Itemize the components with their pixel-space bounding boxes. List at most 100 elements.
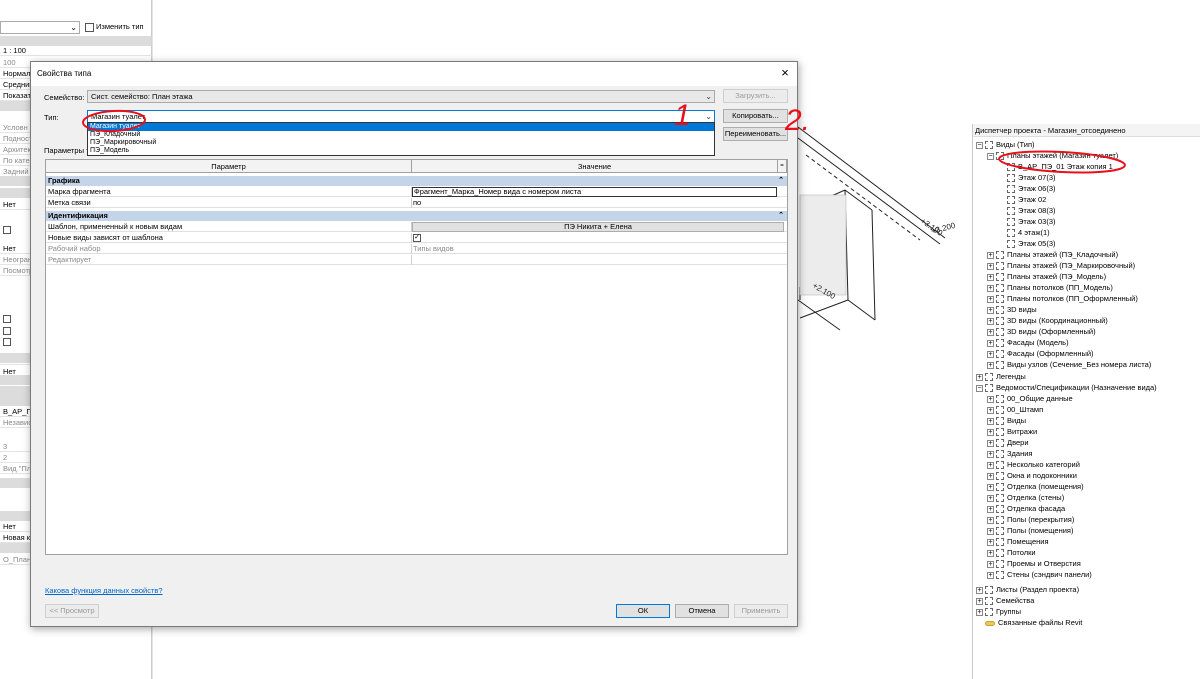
parameter-row[interactable]: Новые виды зависят от шаблона ✓ [46,233,787,243]
tree-item[interactable]: +3D виды (Оформленный) [987,326,1096,337]
expand-icon[interactable]: + [987,306,994,314]
collapse-icon[interactable]: − [976,384,983,392]
tree-item[interactable]: + Планы этажей (ПЭ_Кладочный) [987,249,1118,260]
tree-item[interactable]: + Фасады (Оформленный) [987,348,1094,359]
expand-icon[interactable]: + [976,586,983,594]
parameter-group-header[interactable]: Идентификация ⌃ [46,211,787,221]
expand-icon[interactable]: + [987,560,994,568]
expand-icon[interactable]: + [987,439,994,447]
parameter-row[interactable]: Рабочий набор Типы видов [46,244,787,254]
family-dropdown[interactable]: Сист. семейство: План этажа ⌄ [87,90,715,103]
expand-icon[interactable]: + [987,350,994,358]
tree-item[interactable]: + Здания [987,448,1032,459]
collapse-icon[interactable]: − [976,141,983,149]
parameter-value[interactable]: ПЭ Никита + Елена [412,222,784,232]
tree-item[interactable]: − Виды (Тип) [976,139,1035,150]
tree-item[interactable]: 4 этаж(1) [998,227,1050,238]
expand-icon[interactable]: + [987,571,994,579]
tree-item[interactable]: +3D виды (Координационный) [987,315,1108,326]
tree-item[interactable]: + Помещения [987,536,1049,547]
tree-item[interactable]: Этаж 05(3) [998,238,1056,249]
expand-icon[interactable]: + [987,295,994,303]
type-option[interactable]: ПЭ_Кладочный [88,131,714,139]
tree-item[interactable]: В_АР_ПЭ_01 Этаж копия 1 [998,161,1113,172]
tree-item[interactable]: − Ведомости/Спецификации (Назначение вида… [976,382,1157,393]
expand-icon[interactable]: + [987,273,994,281]
expand-icon[interactable]: + [987,251,994,259]
tree-item[interactable]: − Планы этажей (Магазин туалет) [987,150,1118,161]
tree-item[interactable]: + Планы этажей (ПЭ_Модель) [987,271,1106,282]
preview-button[interactable]: << Просмотр [45,604,99,618]
tree-item[interactable]: + Семейства [976,595,1034,606]
column-menu-button[interactable]: = [778,160,787,173]
expand-icon[interactable]: + [987,505,994,513]
expand-icon[interactable]: + [976,373,983,381]
expand-icon[interactable]: + [987,262,994,270]
cancel-button[interactable]: Отмена [675,604,729,618]
tree-item[interactable]: Этаж 03(3) [998,216,1056,227]
type-option[interactable]: ПЭ_Модель [88,147,714,155]
type-dropdown-list[interactable]: Магазин туалет ПЭ_Кладочный ПЭ_Маркировочн… [87,122,715,156]
expand-icon[interactable]: + [987,549,994,557]
parameter-value[interactable]: Типы видов [413,244,454,254]
tree-item[interactable]: + Листы (Раздел проекта) [976,584,1079,595]
tree-item[interactable]: Этаж 08(3) [998,205,1056,216]
expand-icon[interactable]: + [987,450,994,458]
tree-item[interactable]: + Отделка (помещения) [987,481,1084,492]
expand-icon[interactable]: + [987,339,994,347]
tree-item[interactable]: Связанные файлы Revit [976,617,1082,628]
help-link[interactable]: Какова функция данных свойств? [45,586,163,595]
parameter-group-header[interactable]: Графика ⌃ [46,176,787,186]
expand-icon[interactable]: + [976,608,983,616]
tree-item[interactable]: + Отделка (стены) [987,492,1064,503]
expand-icon[interactable]: + [987,483,994,491]
collapse-icon[interactable]: − [987,152,994,160]
tree-item[interactable]: Этаж 06(3) [998,183,1056,194]
tree-item[interactable]: Этаж 07(3) [998,172,1056,183]
expand-icon[interactable]: + [987,284,994,292]
tree-item[interactable]: + Стены (сэндвич панели) [987,569,1092,580]
tree-item[interactable]: + Группы [976,606,1021,617]
parameter-row[interactable]: Марка фрагмента Фрагмент_Марка_Номер вида… [46,187,787,197]
tree-item[interactable]: Этаж 02 [998,194,1046,205]
tree-item[interactable]: + Проемы и Отверстия [987,558,1081,569]
tree-item[interactable]: + Потолки [987,547,1036,558]
tree-item[interactable]: + Двери [987,437,1029,448]
expand-icon[interactable]: + [987,538,994,546]
expand-icon[interactable]: + [987,527,994,535]
tree-item[interactable]: + Полы (помещения) [987,525,1073,536]
expand-icon[interactable]: + [987,417,994,425]
parameter-value[interactable]: по [413,198,421,208]
expand-icon[interactable]: + [987,361,994,369]
parameter-value[interactable]: ✓ [413,234,421,242]
type-option[interactable]: ПЭ_Маркировочный [88,139,714,147]
tree-item[interactable]: + Планы этажей (ПЭ_Маркировочный) [987,260,1135,271]
expand-icon[interactable]: + [976,597,983,605]
tree-item[interactable]: + Полы (перекрытия) [987,514,1074,525]
rename-button[interactable]: Переименовать... [723,127,788,141]
tree-item[interactable]: + Легенды [976,371,1026,382]
expand-icon[interactable]: + [987,406,994,414]
tree-item[interactable]: + Виды узлов (Сечение_Без номера листа) [987,359,1151,370]
expand-icon[interactable]: + [987,461,994,469]
ok-button[interactable]: ОК [616,604,670,618]
tree-item[interactable]: + Несколько категорий [987,459,1080,470]
expand-icon[interactable]: + [987,472,994,480]
tree-item[interactable]: + Фасады (Модель) [987,337,1069,348]
parameter-row[interactable]: Метка связи по [46,198,787,208]
parameter-row[interactable]: Шаблон, примененный к новым видам ПЭ Ники… [46,222,787,232]
tree-item[interactable]: + Отделка фасада [987,503,1065,514]
expand-icon[interactable]: + [987,516,994,524]
expand-icon[interactable]: + [987,328,994,336]
column-header-value[interactable]: Значение [412,160,778,173]
expand-icon[interactable]: + [987,317,994,325]
collapse-icon[interactable]: ⌃ [778,211,784,221]
expand-icon[interactable]: + [987,428,994,436]
tree-item[interactable]: + Планы потолков (ПП_Модель) [987,282,1113,293]
tree-item[interactable]: +00_Штамп [987,404,1043,415]
type-option[interactable]: Магазин туалет [88,123,714,131]
column-header-parameter[interactable]: Параметр [46,160,412,173]
tree-item[interactable]: +3D виды [987,304,1037,315]
tree-item[interactable]: + Планы потолков (ПП_Оформленный) [987,293,1138,304]
parameter-value[interactable]: Фрагмент_Марка_Номер вида с номером лист… [412,187,777,197]
